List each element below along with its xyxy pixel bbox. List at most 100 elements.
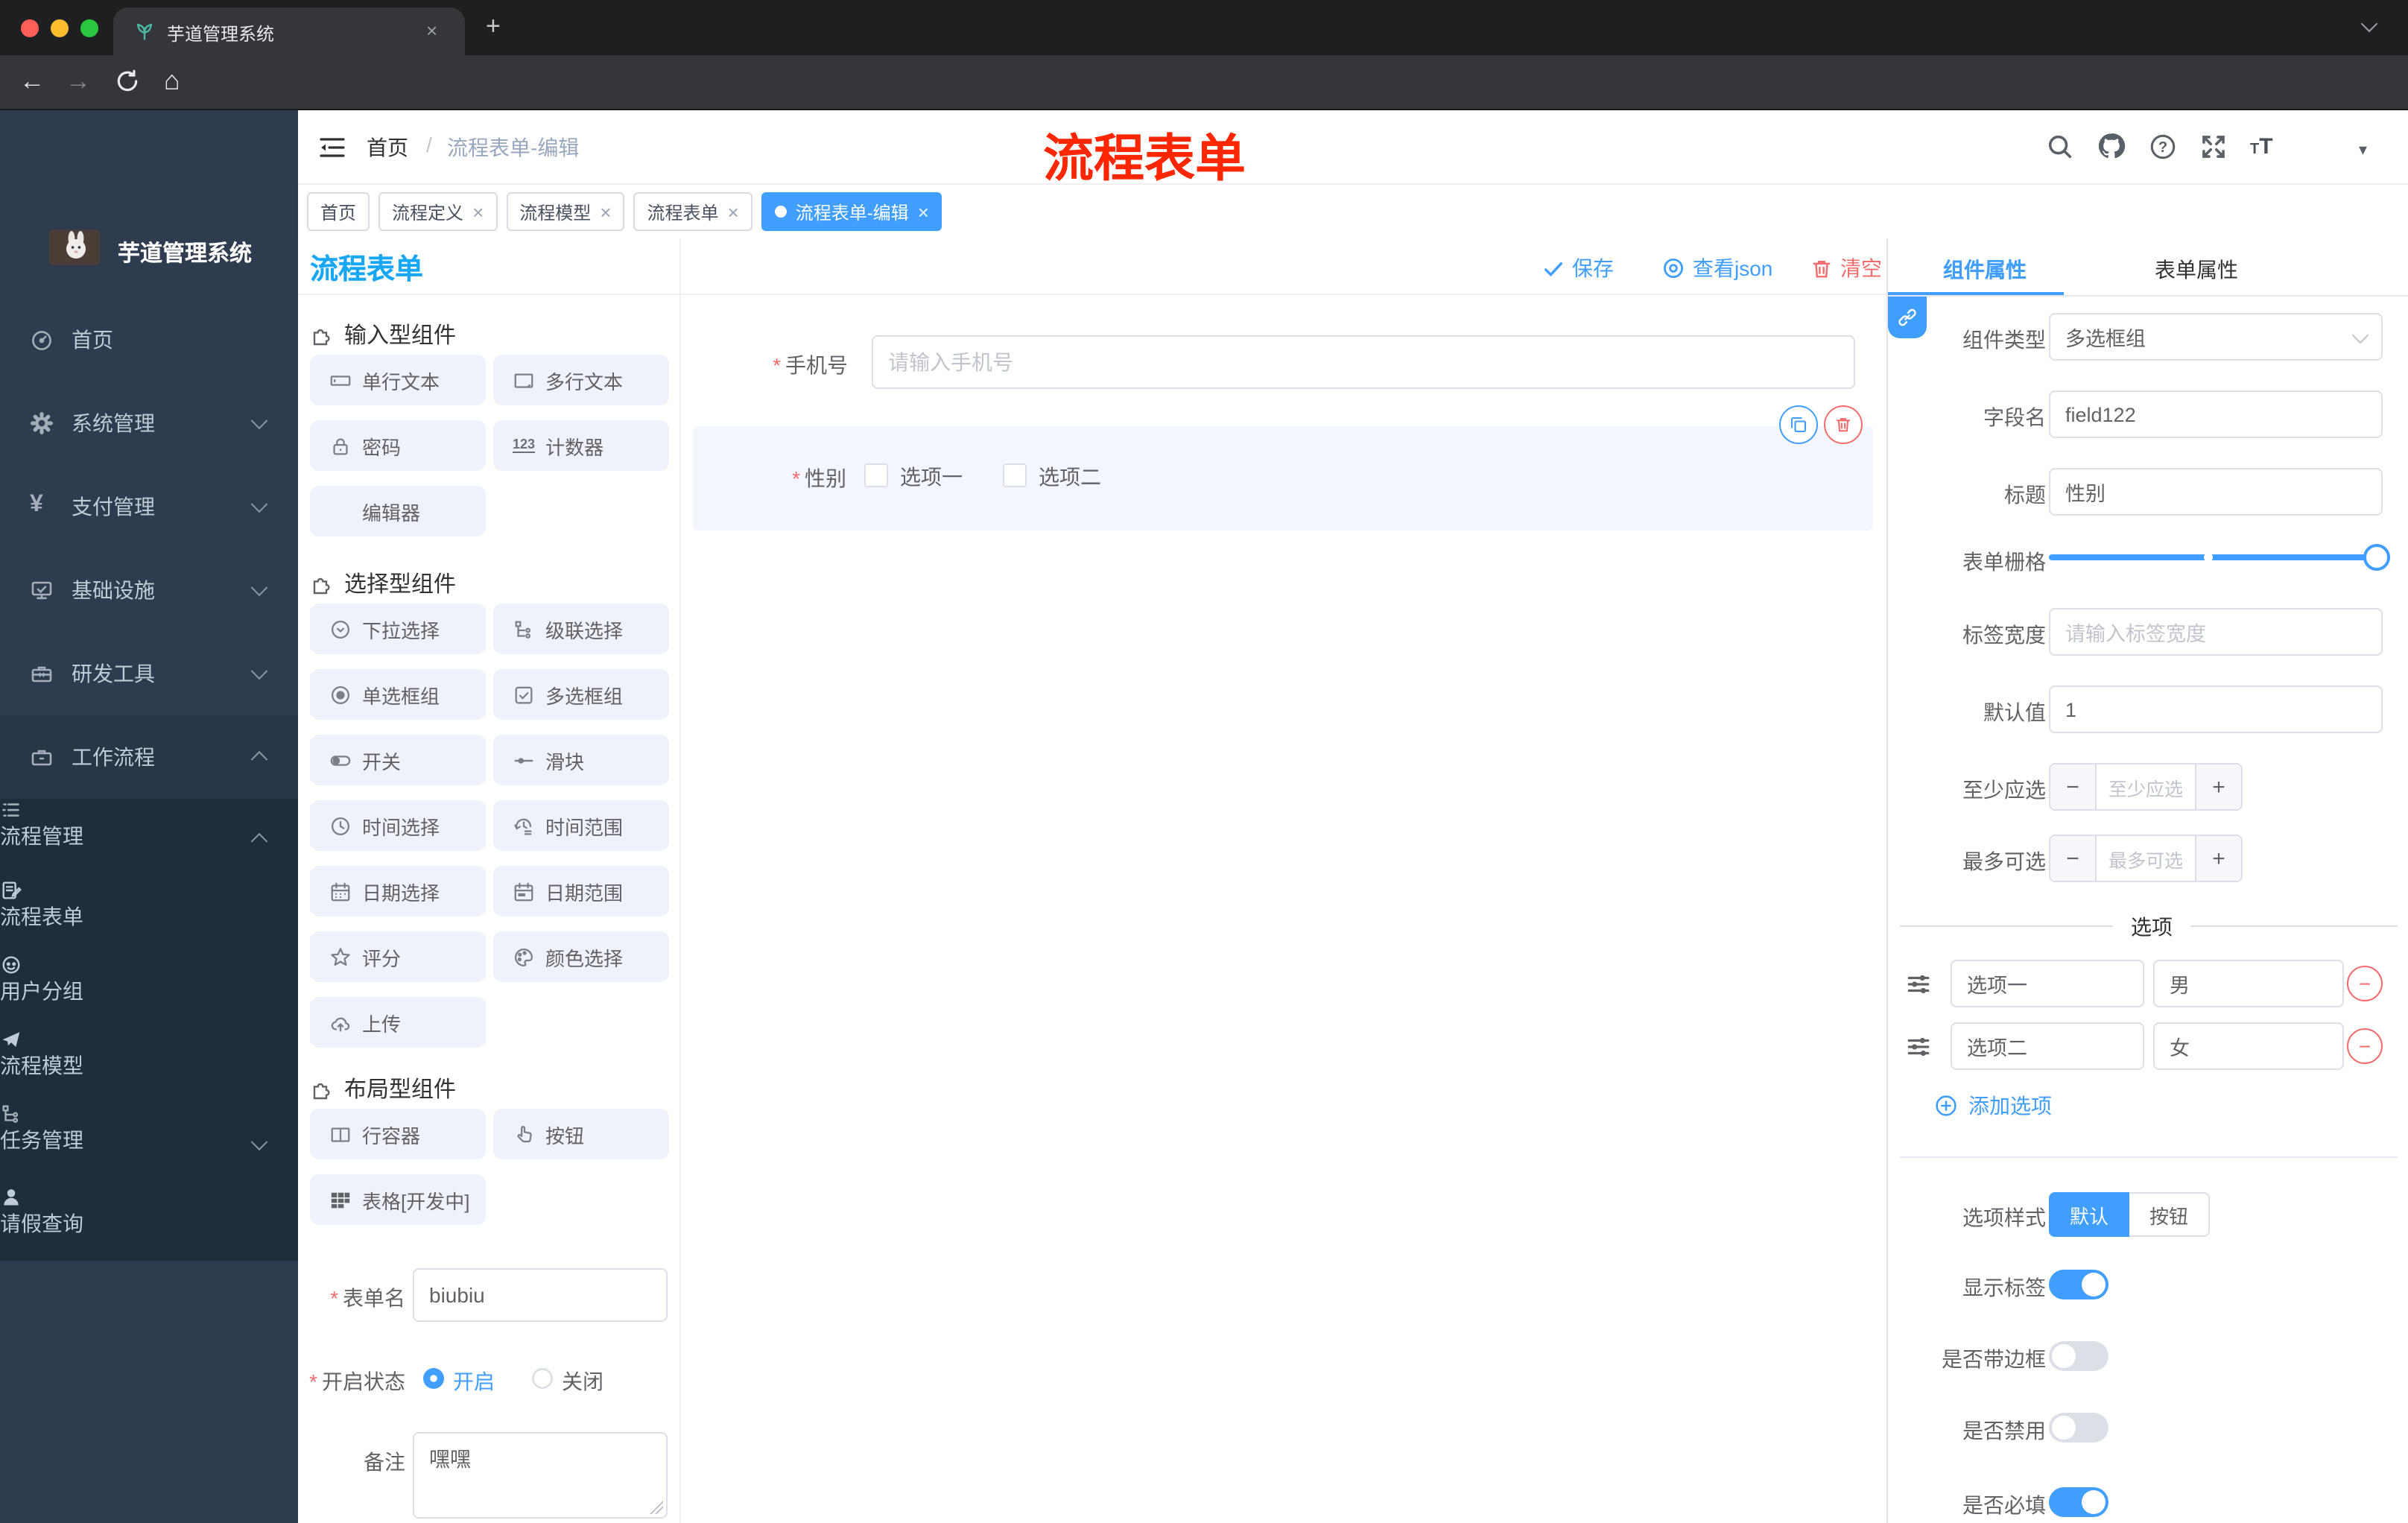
sidebar-item-process-model[interactable]: 流程模型: [0, 1028, 298, 1103]
title-input[interactable]: 性别: [2049, 468, 2383, 516]
tag-process-form[interactable]: 流程表单 ×: [633, 192, 752, 231]
selected-component-block[interactable]: * 性别 选项一 选项二: [693, 426, 1873, 531]
reload-icon[interactable]: [115, 69, 140, 94]
chip-date-range[interactable]: 日期范围: [493, 866, 669, 916]
back-icon[interactable]: ←: [19, 69, 45, 94]
tab-search-chevron-icon[interactable]: [2360, 15, 2378, 33]
tab-form-props[interactable]: 表单属性: [2155, 255, 2238, 285]
drag-handle-icon[interactable]: [1906, 972, 1931, 997]
add-option-button[interactable]: 添加选项: [1934, 1091, 2052, 1121]
sidebar-item-home[interactable]: 首页: [0, 298, 298, 381]
sidebar-item-system[interactable]: 系统管理: [0, 381, 298, 465]
sidebar-item-process-form[interactable]: 流程表单: [0, 879, 298, 954]
remove-option2-button[interactable]: −: [2347, 1028, 2383, 1064]
sidebar-item-workflow[interactable]: 工作流程: [0, 715, 298, 799]
stepper-plus-button[interactable]: +: [2195, 836, 2241, 881]
help-icon[interactable]: ?: [2149, 133, 2177, 161]
option2-value-input[interactable]: 女: [2153, 1022, 2344, 1070]
breadcrumb-home[interactable]: 首页: [367, 133, 408, 162]
tab-component-props[interactable]: 组件属性: [1943, 255, 2027, 285]
stepper-minus-button[interactable]: −: [2050, 764, 2097, 809]
grid-slider-track[interactable]: [2049, 554, 2383, 560]
show-label-toggle[interactable]: [2049, 1270, 2108, 1299]
sidebar-item-task-mgmt[interactable]: 任务管理: [0, 1103, 298, 1186]
field-name-input[interactable]: field122: [2049, 390, 2383, 438]
close-icon[interactable]: ×: [728, 200, 739, 223]
sidebar-item-pay[interactable]: ¥ 支付管理: [0, 465, 298, 548]
max-select-input[interactable]: 最多可选: [2097, 844, 2195, 873]
resize-handle[interactable]: [648, 1499, 663, 1514]
style-button-button[interactable]: 按钮: [2129, 1192, 2210, 1237]
tab-close-icon[interactable]: ×: [426, 19, 437, 42]
slider-handle[interactable]: [2363, 544, 2390, 571]
chip-select[interactable]: 下拉选择: [310, 604, 486, 654]
close-icon[interactable]: ×: [472, 200, 484, 223]
chip-date-picker[interactable]: 日期选择: [310, 866, 486, 916]
type-select[interactable]: 多选框组: [2049, 313, 2383, 361]
sidebar-item-leave-query[interactable]: 请假查询: [0, 1186, 298, 1261]
form-remark-textarea[interactable]: 嘿嘿: [413, 1432, 668, 1519]
checkbox-option2[interactable]: [1003, 463, 1027, 487]
min-select-input[interactable]: 至少应选: [2097, 773, 2195, 801]
form-name-input[interactable]: biubiu: [413, 1268, 668, 1322]
traffic-minimize-button[interactable]: [51, 19, 69, 37]
traffic-zoom-button[interactable]: [80, 19, 98, 37]
forward-icon[interactable]: →: [66, 69, 91, 94]
chip-editor[interactable]: 编辑器: [310, 486, 486, 536]
chip-checkbox-group[interactable]: 多选框组: [493, 669, 669, 720]
tag-process-form-edit[interactable]: 流程表单-编辑 ×: [761, 192, 942, 231]
radio-off[interactable]: [532, 1368, 553, 1389]
font-size-icon[interactable]: TT: [2250, 134, 2273, 159]
save-button[interactable]: 保存: [1542, 253, 1614, 283]
chip-time-range[interactable]: 时间范围: [493, 800, 669, 851]
stepper-plus-button[interactable]: +: [2195, 764, 2241, 809]
chip-color-picker[interactable]: 颜色选择: [493, 931, 669, 982]
chip-slider[interactable]: 滑块: [493, 735, 669, 785]
home-icon[interactable]: ⌂: [164, 67, 180, 94]
label-width-input[interactable]: 请输入标签宽度: [2049, 608, 2383, 656]
chip-upload[interactable]: 上传: [310, 997, 486, 1048]
required-toggle[interactable]: [2049, 1487, 2108, 1517]
chip-radio-group[interactable]: 单选框组: [310, 669, 486, 720]
option1-label-input[interactable]: 选项一: [1951, 960, 2144, 1007]
fullscreen-icon[interactable]: [2199, 133, 2228, 161]
close-icon[interactable]: ×: [600, 200, 611, 223]
tag-home[interactable]: 首页: [307, 192, 370, 231]
chip-counter[interactable]: 123 计数器: [493, 420, 669, 471]
clear-button[interactable]: 清空: [1810, 253, 1882, 283]
sidebar-item-user-group[interactable]: 用户分组: [0, 954, 298, 1028]
sidebar-item-dev[interactable]: 研发工具: [0, 632, 298, 715]
avatar-caret-icon[interactable]: ▾: [2359, 140, 2367, 159]
browser-tab[interactable]: 芋道管理系统 ×: [113, 7, 465, 55]
new-tab-button[interactable]: +: [486, 12, 501, 42]
collapse-menu-icon[interactable]: [319, 136, 346, 159]
chip-rate[interactable]: 评分: [310, 931, 486, 982]
checkbox-option1[interactable]: [864, 463, 888, 487]
tag-process-model[interactable]: 流程模型 ×: [506, 192, 625, 231]
chip-single-text[interactable]: 单行文本: [310, 355, 486, 405]
tag-process-definition[interactable]: 流程定义 ×: [378, 192, 498, 231]
stepper-minus-button[interactable]: −: [2050, 836, 2097, 881]
radio-on-label[interactable]: 开启: [453, 1367, 495, 1396]
remove-option1-button[interactable]: −: [2347, 966, 2383, 1001]
option2-label-input[interactable]: 选项二: [1951, 1022, 2144, 1070]
view-json-button[interactable]: 查看json: [1661, 253, 1772, 283]
radio-off-label[interactable]: 关闭: [562, 1367, 603, 1396]
sidebar-item-infra[interactable]: 基础设施: [0, 548, 298, 632]
style-default-button[interactable]: 默认: [2049, 1192, 2129, 1237]
chip-table[interactable]: 表格[开发中]: [310, 1174, 486, 1225]
delete-component-button[interactable]: [1824, 405, 1863, 444]
traffic-close-button[interactable]: [21, 19, 39, 37]
chip-password[interactable]: 密码: [310, 420, 486, 471]
search-icon[interactable]: [2046, 133, 2074, 161]
canvas-phone-input[interactable]: 请输入手机号: [872, 335, 1855, 389]
sidebar-item-process-mgmt[interactable]: 流程管理: [0, 799, 298, 879]
chip-row-container[interactable]: 行容器: [310, 1109, 486, 1159]
github-icon[interactable]: [2097, 131, 2126, 161]
chip-textarea[interactable]: 多行文本: [493, 355, 669, 405]
disabled-toggle[interactable]: [2049, 1413, 2108, 1443]
checkbox-option1-label[interactable]: 选项一: [900, 462, 963, 492]
checkbox-option2-label[interactable]: 选项二: [1039, 462, 1101, 492]
chip-button[interactable]: 按钮: [493, 1109, 669, 1159]
radio-on[interactable]: [423, 1368, 444, 1389]
